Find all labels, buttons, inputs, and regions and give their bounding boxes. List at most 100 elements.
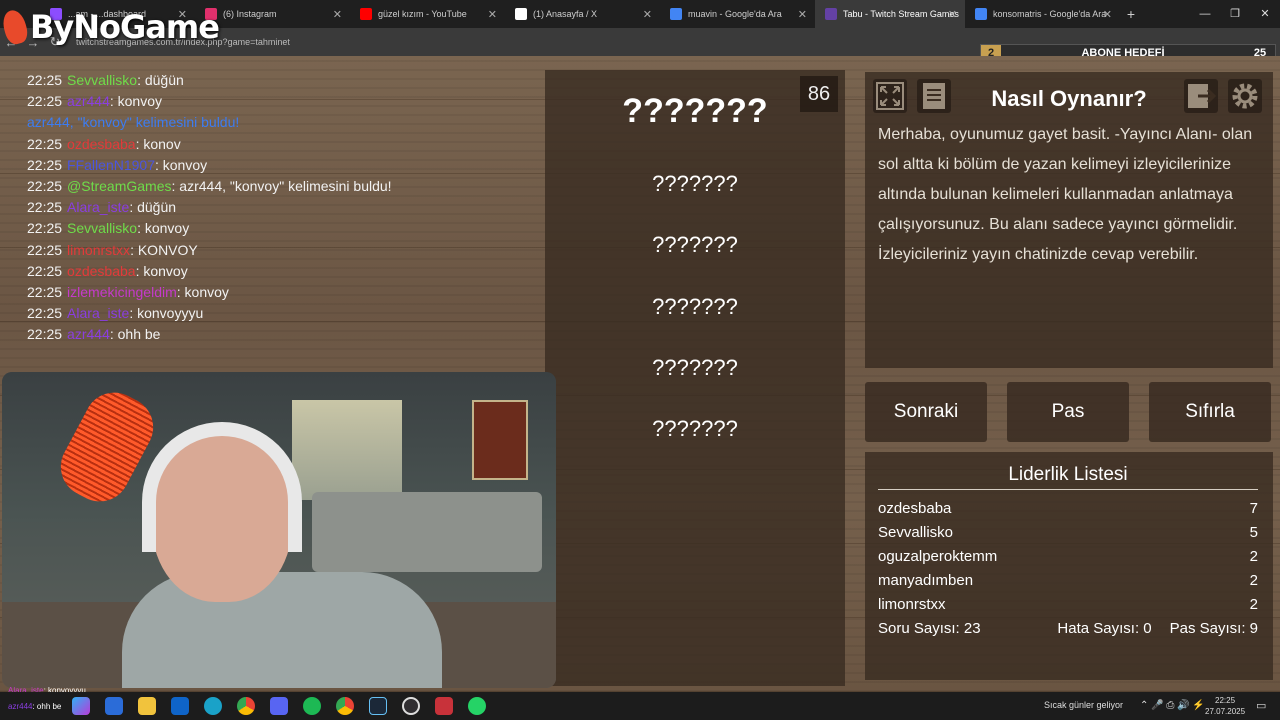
chat-time: 22:25	[27, 72, 63, 88]
exit-button[interactable]	[1184, 79, 1218, 113]
app-icon[interactable]	[435, 697, 453, 715]
chat-username: izlemekicingeldim	[67, 284, 177, 301]
chat-message: 22:25 Sevvallisko: konvoy	[10, 218, 524, 239]
edge-icon[interactable]	[204, 697, 222, 715]
chat-text: : konov	[135, 135, 181, 152]
chat-message: 22:25 azr444: konvoy	[10, 91, 524, 112]
player-name: manyadımben	[878, 572, 974, 589]
chat-text: : KONVOY	[130, 241, 198, 258]
browser-tab[interactable]: konsomatris - Google'da Ara ✕	[965, 0, 1120, 28]
clock[interactable]: 22:25 27.07.2025	[1205, 695, 1245, 717]
player-score: 5	[1249, 524, 1258, 541]
chat-username: azr444	[67, 326, 110, 343]
tab-close-icon[interactable]: ✕	[643, 8, 652, 21]
pass-button[interactable]: Pas	[1007, 382, 1129, 442]
weather-text[interactable]: Sıcak günler geliyor	[1044, 700, 1123, 710]
leaderboard-row: manyadımben 2	[878, 572, 1258, 589]
store-icon[interactable]	[105, 697, 123, 715]
tab-favicon-icon	[360, 8, 372, 20]
player-name: Sevvallisko	[878, 524, 954, 541]
pass-count: Pas Sayısı: 9	[1169, 620, 1258, 637]
tab-close-icon[interactable]: ✕	[488, 8, 497, 21]
chat-text: : ohh be	[109, 326, 161, 343]
browser-tab[interactable]: Tabu - Twitch Stream Games ✕	[815, 0, 965, 28]
chat-username: FFallenN1907	[67, 156, 155, 173]
chat-time: 22:25	[27, 93, 63, 110]
forbidden-word: ???????	[652, 171, 738, 196]
tab-close-icon[interactable]: ✕	[948, 8, 957, 21]
chat-time: 22:25	[27, 135, 63, 152]
chat-username: Sevvallisko	[67, 72, 138, 88]
player-name: ozdesbaba	[878, 500, 952, 517]
how-to-text: Merhaba, oyunumuz gayet basit. -Yayıncı …	[878, 126, 1253, 263]
webcam-feed	[2, 372, 556, 688]
chat-username: azr444	[67, 93, 110, 110]
tab-label: güzel kızım - YouTube	[378, 9, 467, 19]
chat-username: Alara_iste	[67, 305, 130, 322]
overlay-chat-msg2: : ohh be	[32, 701, 62, 711]
chrome-icon[interactable]	[237, 697, 255, 715]
chat-username: Alara_iste	[67, 199, 130, 216]
leaderboard-row: ozdesbaba 7	[878, 500, 1258, 517]
spotify-icon[interactable]	[303, 697, 321, 715]
system-tray-icons[interactable]: ⌃ 🎤 ⎙ 🔊 ⚡	[1140, 700, 1205, 711]
tab-close-icon[interactable]: ✕	[333, 8, 342, 21]
leaderboard-row: Sevvallisko 5	[878, 524, 1258, 541]
outlook-icon[interactable]	[171, 697, 189, 715]
tab-label: muavin - Google'da Ara	[688, 9, 782, 19]
chat-text: : konvoyyyu	[129, 305, 204, 322]
chat-message: azr444, "konvoy" kelimesini buldu!	[10, 112, 524, 133]
chat-message: 22:25 izlemekicingeldim: konvoy	[10, 282, 524, 303]
minimize-icon[interactable]: —	[1190, 0, 1220, 28]
chat-message: 22:25 Alara_iste: düğün	[10, 197, 524, 218]
chat-username: ozdesbaba	[67, 135, 136, 152]
chat-text: : konvoy	[176, 284, 229, 301]
exit-icon	[1188, 84, 1217, 108]
whatsapp-icon[interactable]	[468, 697, 486, 715]
chrome-active-icon[interactable]	[336, 697, 354, 715]
browser-tab[interactable]: muavin - Google'da Ara ✕	[660, 0, 815, 28]
tab-favicon-icon	[515, 8, 527, 20]
steam-icon[interactable]	[369, 697, 387, 715]
browser-tab[interactable]: (1) Anasayfa / X ✕	[505, 0, 660, 28]
chat-time: 22:25	[27, 220, 63, 237]
discord-icon[interactable]	[270, 697, 288, 715]
player-score: 7	[1249, 500, 1258, 517]
tab-close-icon[interactable]: ✕	[1103, 8, 1112, 21]
error-count: Hata Sayısı: 0	[1057, 620, 1152, 637]
tab-close-icon[interactable]: ✕	[798, 8, 807, 21]
overlay-chat-user2: azr444	[8, 701, 33, 711]
forbidden-word: ???????	[652, 294, 738, 319]
settings-button[interactable]	[1228, 79, 1262, 113]
chat-text: : düğün	[129, 199, 177, 216]
clock-time: 22:25	[1215, 696, 1236, 705]
chat-message: 22:25 ozdesbaba: konvoy	[10, 261, 524, 282]
clock-date: 27.07.2025	[1205, 707, 1246, 716]
channel-logo: ByNoGame	[0, 4, 220, 50]
close-icon[interactable]: ✕	[1250, 0, 1280, 28]
browser-tab[interactable]: güzel kızım - YouTube ✕	[350, 0, 505, 28]
webcam-sofa	[312, 492, 542, 572]
reset-button[interactable]: Sıfırla	[1149, 382, 1271, 442]
tab-label: (6) Instagram	[223, 9, 277, 19]
chat-time: 22:25	[27, 156, 63, 173]
obs-icon[interactable]	[402, 697, 420, 715]
overlay-chat-2: azr444: ohh be	[8, 702, 68, 711]
chat-time: 22:25	[27, 284, 63, 301]
explorer-icon[interactable]	[138, 697, 156, 715]
forbidden-word: ???????	[652, 232, 738, 257]
chat-username: azr444, "konvoy" kelimesini buldu!	[27, 114, 240, 131]
notification-icon[interactable]: ▭	[1256, 699, 1266, 712]
maximize-icon[interactable]: ❐	[1220, 0, 1250, 28]
chat-time: 22:25	[27, 305, 63, 322]
copilot-icon[interactable]	[72, 697, 90, 715]
chat-time: 22:25	[27, 178, 63, 195]
chat-message: 22:25 FFallenN1907: konvoy	[10, 155, 524, 176]
new-tab-button[interactable]: +	[1120, 0, 1142, 28]
tab-favicon-icon	[670, 8, 682, 20]
next-button[interactable]: Sonraki	[865, 382, 987, 442]
streamer-shirt	[122, 572, 442, 688]
chat-message: 22:25 azr444: ohh be	[10, 324, 524, 345]
chat-text: : düğün	[137, 72, 184, 88]
player-score: 2	[1249, 596, 1258, 613]
